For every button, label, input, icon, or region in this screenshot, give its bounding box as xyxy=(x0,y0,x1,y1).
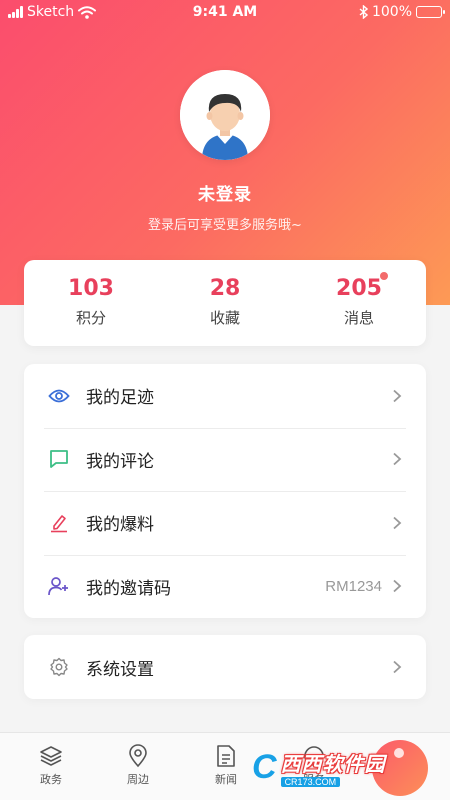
chevron-right-icon xyxy=(392,579,402,593)
tab-profile-active[interactable] xyxy=(372,740,428,796)
tab-news[interactable]: 新闻 xyxy=(196,743,256,787)
tab-nearby[interactable]: 周边 xyxy=(108,743,168,787)
unread-dot xyxy=(380,272,388,280)
battery-icon xyxy=(416,6,445,18)
tab-label: 服务 xyxy=(303,773,325,786)
service-icon xyxy=(284,743,344,769)
location-pin-icon xyxy=(108,743,168,769)
stat-label: 积分 xyxy=(75,309,106,327)
tab-label: 周边 xyxy=(127,773,149,786)
eye-icon xyxy=(48,385,70,407)
chevron-right-icon xyxy=(392,389,402,403)
menu-card: 我的足迹 我的评论 我的爆料 我的邀请码 RM1234 xyxy=(24,364,426,618)
bluetooth-icon xyxy=(359,5,368,19)
chevron-right-icon xyxy=(392,452,402,466)
stat-value: 28 xyxy=(209,276,241,301)
stat-messages[interactable]: 205 消息 xyxy=(292,260,426,346)
tab-service[interactable]: 服务 xyxy=(284,743,344,787)
stats-card: 103 积分 28 收藏 205 消息 xyxy=(24,260,426,346)
username[interactable]: 未登录 xyxy=(0,180,450,205)
menu-item-footprint[interactable]: 我的足迹 xyxy=(24,364,426,428)
document-icon xyxy=(196,743,256,769)
stat-points[interactable]: 103 积分 xyxy=(24,260,158,346)
tab-government[interactable]: 政务 xyxy=(21,743,81,787)
menu-item-settings[interactable]: 系统设置 xyxy=(24,635,426,699)
chevron-right-icon xyxy=(392,516,402,530)
add-user-icon xyxy=(48,575,70,597)
menu-item-comments[interactable]: 我的评论 xyxy=(24,427,426,492)
default-avatar-icon xyxy=(180,70,270,160)
menu-item-label: 我的足迹 xyxy=(86,388,154,409)
stat-value: 205 xyxy=(336,276,382,301)
status-bar: Sketch 9:41 AM 100% xyxy=(0,0,450,26)
invite-code-value: RM1234 xyxy=(325,577,382,595)
login-hint: 登录后可享受更多服务哦~ xyxy=(148,218,302,233)
menu-item-label: 我的邀请码 xyxy=(86,578,171,599)
settings-label: 系统设置 xyxy=(86,659,154,680)
tab-label: 政务 xyxy=(40,773,62,786)
comment-icon xyxy=(48,448,70,470)
stat-label: 收藏 xyxy=(209,309,240,327)
stat-value: 103 xyxy=(68,276,114,301)
stat-favorites[interactable]: 28 收藏 xyxy=(158,260,292,346)
avatar[interactable] xyxy=(180,70,270,160)
layers-icon xyxy=(21,743,81,769)
menu-item-tips[interactable]: 我的爆料 xyxy=(24,491,426,555)
tab-label: 新闻 xyxy=(215,773,237,786)
pencil-icon xyxy=(48,512,70,534)
stat-label: 消息 xyxy=(343,309,374,327)
menu-item-label: 我的评论 xyxy=(86,451,154,472)
battery-percent: 100% xyxy=(371,4,412,20)
gear-icon xyxy=(48,656,70,678)
menu-item-invite-code[interactable]: 我的邀请码 RM1234 xyxy=(24,554,426,619)
menu-item-label: 我的爆料 xyxy=(86,515,154,536)
chevron-right-icon xyxy=(392,660,402,674)
